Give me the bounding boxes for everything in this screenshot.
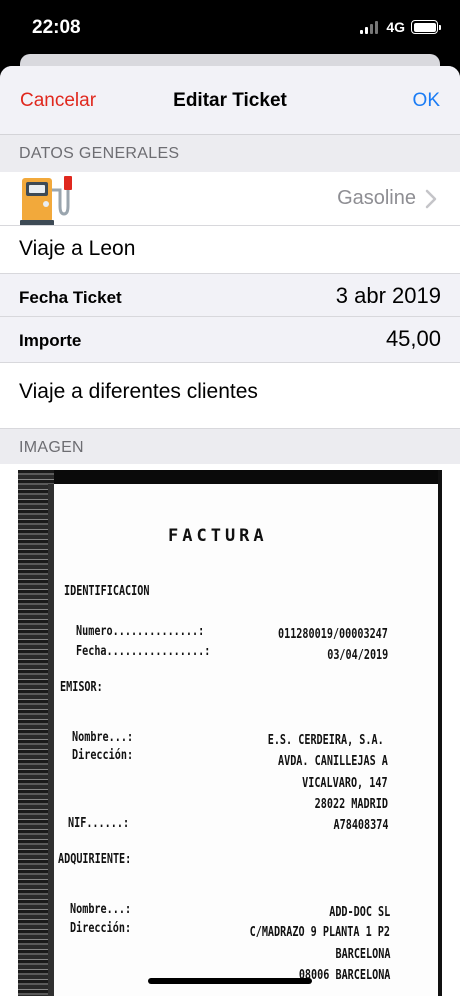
gas-pump-icon	[20, 176, 72, 226]
signal-icon	[360, 20, 379, 34]
status-time: 22:08	[32, 17, 81, 38]
receipt-numero-label: Numero..............:	[76, 624, 205, 639]
receipt-identificacion: IDENTIFICACION	[64, 584, 150, 599]
home-indicator[interactable]	[148, 978, 312, 984]
page-title: Editar Ticket	[173, 90, 287, 111]
status-icons: 4G	[360, 19, 441, 35]
receipt-adq-dir1: C/MADRAZO 9 PLANTA 1 P2	[249, 925, 390, 940]
receipt-adq-dir2: BARCELONA	[335, 947, 390, 962]
receipt-adq-dir3: 08006 BARCELONA	[298, 968, 390, 983]
receipt-adq-nombre: ADD-DOC SL	[328, 905, 390, 920]
category-value: Gasoline	[337, 187, 416, 209]
receipt-fecha-label: Fecha................:	[76, 644, 211, 659]
receipt-adq-nombre-label: Nombre...:	[70, 902, 132, 917]
ok-button[interactable]: OK	[413, 90, 440, 112]
amount-label: Importe	[19, 331, 82, 350]
chevron-right-icon	[425, 189, 437, 209]
notes-text: Viaje a diferentes clientes	[19, 380, 258, 403]
edit-ticket-sheet: Cancelar Editar Ticket OK DATOS GENERALE…	[0, 66, 460, 996]
status-bar: 22:08 4G	[0, 0, 460, 56]
receipt-nombre-label: Nombre...:	[72, 730, 134, 745]
date-value: 3 abr 2019	[335, 283, 441, 308]
category-row[interactable]: Gasoline	[0, 172, 460, 226]
amount-value: 45,00	[385, 326, 441, 351]
receipt-direccion-label: Dirección:	[72, 748, 134, 763]
receipt-paper: FACTURA IDENTIFICACION Numero...........…	[54, 484, 438, 996]
receipt-numero-value: 011280019/00003247	[278, 627, 388, 642]
receipt-emisor-dir3: 28022 MADRID	[314, 797, 388, 812]
receipt-nif-label: NIF......:	[68, 816, 130, 831]
receipt-emisor-dir2: VICALVARO, 147	[302, 776, 388, 791]
notes-field[interactable]: Viaje a diferentes clientes	[0, 363, 460, 428]
section-header-general: DATOS GENERALES	[0, 135, 460, 172]
amount-row[interactable]: Importe 45,00	[0, 317, 460, 363]
receipt-emisor-nif: A78408374	[333, 818, 388, 833]
receipt-fecha-value: 03/04/2019	[326, 648, 388, 663]
date-row[interactable]: Fecha Ticket 3 abr 2019	[0, 273, 460, 317]
receipt-adquiriente: ADQUIRIENTE:	[58, 852, 132, 867]
image-section: FACTURA IDENTIFICACION Numero...........…	[0, 464, 460, 996]
network-type: 4G	[386, 19, 405, 35]
date-label: Fecha Ticket	[19, 288, 122, 307]
receipt-emisor-nombre: E.S. CERDEIRA, S.A.	[267, 733, 384, 748]
receipt-title: FACTURA	[168, 526, 268, 546]
receipt-emisor-dir1: AVDA. CANILLEJAS A	[278, 754, 388, 769]
navigation-bar: Cancelar Editar Ticket OK	[0, 66, 460, 135]
receipt-emisor: EMISOR:	[60, 680, 103, 695]
receipt-image[interactable]: FACTURA IDENTIFICACION Numero...........…	[18, 470, 442, 996]
section-header-image: IMAGEN	[0, 428, 460, 465]
battery-icon	[411, 20, 441, 34]
description-text: Viaje a Leon	[19, 237, 136, 260]
description-field[interactable]: Viaje a Leon	[0, 226, 460, 273]
receipt-adq-direccion-label: Dirección:	[70, 921, 132, 936]
